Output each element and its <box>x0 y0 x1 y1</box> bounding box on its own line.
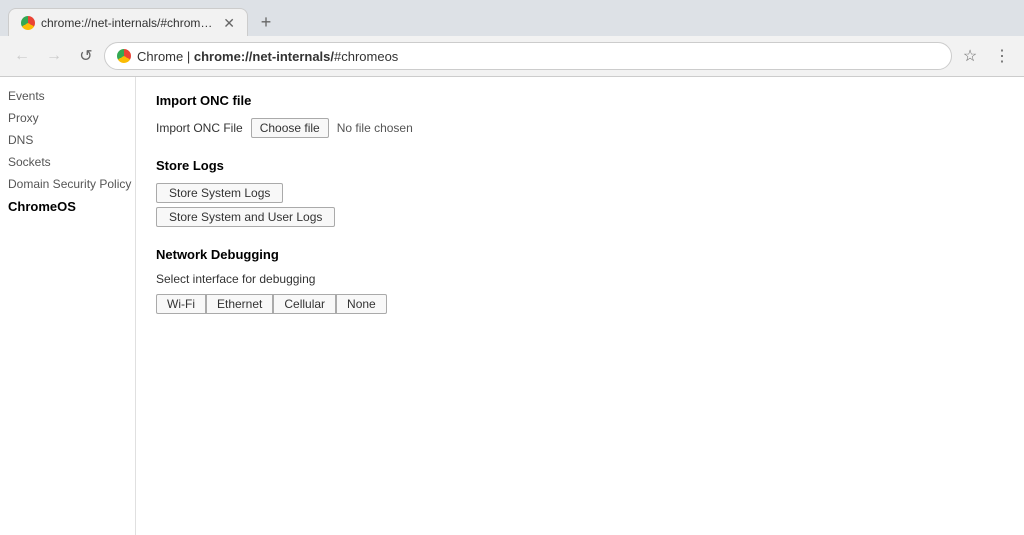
tab-favicon-icon <box>21 16 35 30</box>
import-onc-section: Import ONC file Import ONC File Choose f… <box>156 93 1004 138</box>
network-debugging-section: Network Debugging Select interface for d… <box>156 247 1004 314</box>
file-name-display: No file chosen <box>337 121 413 135</box>
store-system-logs-button[interactable]: Store System Logs <box>156 183 283 203</box>
address-bar-favicon-icon <box>117 49 131 63</box>
store-logs-title: Store Logs <box>156 158 1004 173</box>
page-content: Events Proxy DNS Sockets Domain Security… <box>0 77 1024 535</box>
sidebar-item-chromeos[interactable]: ChromeOS <box>0 195 135 218</box>
store-logs-section: Store Logs Store System Logs Store Syste… <box>156 158 1004 227</box>
address-scheme: Chrome <box>137 49 183 64</box>
active-tab[interactable]: chrome://net-internals/#chrome... ✕ <box>8 8 248 36</box>
select-interface-label: Select interface for debugging <box>156 272 1004 286</box>
network-debugging-title: Network Debugging <box>156 247 1004 262</box>
interface-buttons: Wi-Fi Ethernet Cellular None <box>156 294 1004 314</box>
sidebar-item-sockets[interactable]: Sockets <box>0 151 135 173</box>
forward-button[interactable]: → <box>40 42 68 70</box>
bookmark-star-button[interactable]: ☆ <box>956 42 984 70</box>
cellular-interface-button[interactable]: Cellular <box>273 294 336 314</box>
sidebar-item-proxy[interactable]: Proxy <box>0 107 135 129</box>
sidebar-item-dns[interactable]: DNS <box>0 129 135 151</box>
store-system-user-logs-button[interactable]: Store System and User Logs <box>156 207 335 227</box>
tab-bar: chrome://net-internals/#chrome... ✕ + <box>0 0 1024 36</box>
toolbar: ← → ↺ Chrome | chrome://net-internals/#c… <box>0 36 1024 76</box>
tab-title: chrome://net-internals/#chrome... <box>41 16 215 30</box>
ethernet-interface-button[interactable]: Ethernet <box>206 294 273 314</box>
address-separator: | <box>183 49 194 64</box>
address-url: chrome://net-internals/ <box>194 49 334 64</box>
reload-button[interactable]: ↺ <box>72 42 100 70</box>
import-onc-title: Import ONC file <box>156 93 1004 108</box>
tab-close-button[interactable]: ✕ <box>223 16 235 30</box>
browser-chrome: chrome://net-internals/#chrome... ✕ + ← … <box>0 0 1024 77</box>
choose-file-button[interactable]: Choose file <box>251 118 329 138</box>
import-onc-label: Import ONC File <box>156 121 243 135</box>
sidebar: Events Proxy DNS Sockets Domain Security… <box>0 77 136 535</box>
store-logs-buttons: Store System Logs Store System and User … <box>156 183 1004 227</box>
wifi-interface-button[interactable]: Wi-Fi <box>156 294 206 314</box>
none-interface-button[interactable]: None <box>336 294 387 314</box>
chrome-menu-button[interactable]: ⋮ <box>988 42 1016 70</box>
address-text: Chrome | chrome://net-internals/#chromeo… <box>137 49 939 64</box>
address-bar[interactable]: Chrome | chrome://net-internals/#chromeo… <box>104 42 952 70</box>
address-hash: #chromeos <box>334 49 398 64</box>
new-tab-button[interactable]: + <box>252 8 280 36</box>
main-content: Import ONC file Import ONC File Choose f… <box>136 77 1024 535</box>
back-button[interactable]: ← <box>8 42 36 70</box>
sidebar-item-events[interactable]: Events <box>0 85 135 107</box>
import-onc-row: Import ONC File Choose file No file chos… <box>156 118 1004 138</box>
sidebar-item-domain-security-policy[interactable]: Domain Security Policy <box>0 173 135 195</box>
